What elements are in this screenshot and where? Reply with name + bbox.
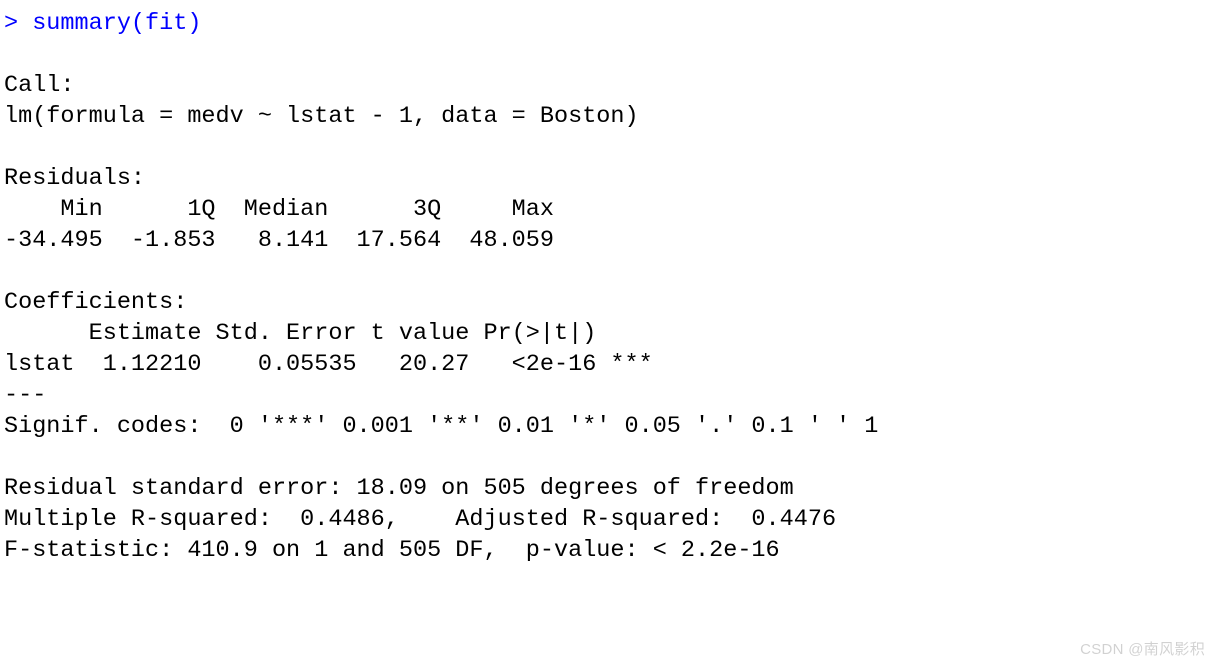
residuals-values: -34.495 -1.853 8.141 17.564 48.059 xyxy=(4,225,1207,256)
blank-line xyxy=(4,132,1207,163)
coefficients-row-lstat: lstat 1.12210 0.05535 20.27 <2e-16 *** xyxy=(4,349,1207,380)
separator-rule: --- xyxy=(4,380,1207,411)
residuals-column-names: Min 1Q Median 3Q Max xyxy=(4,194,1207,225)
call-formula: lm(formula = medv ~ lstat - 1, data = Bo… xyxy=(4,101,1207,132)
residual-standard-error-line: Residual standard error: 18.09 on 505 de… xyxy=(4,473,1207,504)
f-statistic-line: F-statistic: 410.9 on 1 and 505 DF, p-va… xyxy=(4,535,1207,566)
coefficients-column-names: Estimate Std. Error t value Pr(>|t|) xyxy=(4,318,1207,349)
r-squared-line: Multiple R-squared: 0.4486, Adjusted R-s… xyxy=(4,504,1207,535)
call-header: Call: xyxy=(4,70,1207,101)
residuals-header: Residuals: xyxy=(4,163,1207,194)
blank-line xyxy=(4,39,1207,70)
signif-codes-line: Signif. codes: 0 '***' 0.001 '**' 0.01 '… xyxy=(4,411,1207,442)
watermark: CSDN @南风影积 xyxy=(1080,640,1205,660)
coefficients-header: Coefficients: xyxy=(4,287,1207,318)
command-prompt-line: > summary(fit) xyxy=(4,8,1207,39)
blank-line xyxy=(4,256,1207,287)
blank-line xyxy=(4,442,1207,473)
